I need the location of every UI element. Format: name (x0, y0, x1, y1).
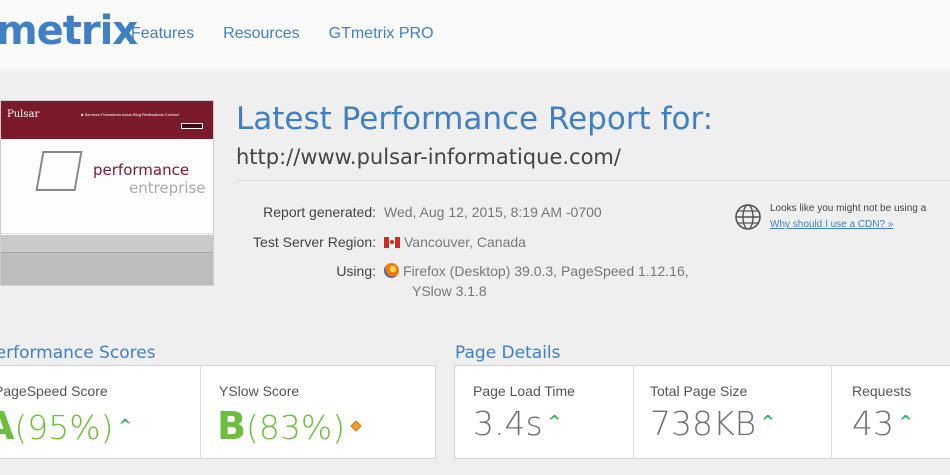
report-generated-value: Wed, Aug 12, 2015, 8:19 AM -0700 (384, 204, 602, 220)
page-load-time-label: Page Load Time (473, 383, 575, 399)
total-page-size-label: Total Page Size (650, 383, 748, 399)
using-value-line1: Firefox (Desktop) 39.0.3, PageSpeed 1.12… (403, 263, 689, 279)
page-load-time-value: 3.4s ^ (473, 404, 561, 443)
firefox-icon (384, 263, 399, 278)
nav-features-link[interactable]: Features (131, 25, 194, 43)
pagespeed-score-label: PageSpeed Score (0, 383, 108, 399)
up-arrow-icon: ^ (547, 412, 562, 431)
pagespeed-score-value: A(95%)^ (0, 404, 132, 448)
performance-scores-panel: PageSpeed Score A(95%)^ YSlow Score B(83… (0, 365, 436, 459)
pagespeed-percent: (95%) (14, 408, 114, 447)
thumbnail-strip (1, 235, 213, 253)
total-page-size-value: 738KB ^ (650, 404, 775, 443)
page-details-heading: Page Details (455, 343, 561, 363)
total-page-size-box[interactable]: Total Page Size 738KB ^ (634, 366, 832, 458)
up-arrow-icon: ^ (899, 412, 913, 431)
yslow-score-box[interactable]: YSlow Score B(83%) (201, 366, 435, 458)
thumbnail-cube-graphic (35, 151, 83, 191)
thumbnail-menu: ■ Services Formations Actus Blog Réalisa… (81, 112, 179, 117)
test-region-text: Vancouver, Canada (404, 234, 526, 250)
site-screenshot-thumbnail[interactable]: Pulsar ■ Services Formations Actus Blog … (0, 100, 214, 286)
using-value: Firefox (Desktop) 39.0.3, PageSpeed 1.12… (384, 263, 689, 279)
yslow-grade: B (217, 404, 246, 448)
thumbnail-tagline-1: performance (93, 161, 190, 179)
thumbnail-button (181, 123, 203, 129)
cdn-notice-text: Looks like you might not be using a (770, 203, 927, 214)
divider (236, 180, 950, 181)
canada-flag-icon (384, 237, 400, 248)
main-nav: Features Resources GTmetrix PRO (131, 25, 434, 43)
gtmetrix-logo[interactable]: metrix (0, 8, 138, 54)
page-details-panel: Page Load Time 3.4s ^ Total Page Size 738… (454, 365, 950, 459)
up-arrow-icon: ^ (761, 412, 775, 431)
nav-resources-link[interactable]: Resources (223, 25, 299, 43)
nav-gtmetrix-pro-link[interactable]: GTmetrix PRO (329, 25, 434, 43)
thumbnail-header-bar (1, 101, 213, 139)
diamond-icon (350, 420, 362, 432)
pagespeed-score-box[interactable]: PageSpeed Score A(95%)^ (0, 366, 201, 458)
cdn-help-link[interactable]: Why should I use a CDN? » (770, 219, 893, 230)
using-value-line2: YSlow 3.1.8 (412, 283, 487, 299)
yslow-percent: (83%) (245, 408, 346, 447)
report-title: Latest Performance Report for: (236, 101, 714, 137)
report-url[interactable]: http://www.pulsar-informatique.com/ (236, 145, 621, 169)
requests-box[interactable]: Requests 43 ^ (832, 366, 950, 458)
total-page-size-number: 738KB (650, 404, 757, 443)
test-region-label: Test Server Region: (253, 234, 376, 250)
up-arrow-icon: ^ (118, 416, 132, 435)
report-generated-label: Report generated: (263, 204, 376, 220)
page-load-time-box[interactable]: Page Load Time 3.4s ^ (455, 366, 634, 458)
thumbnail-tagline-2: entreprise (129, 179, 206, 197)
requests-number: 43 (852, 404, 894, 443)
using-label: Using: (336, 263, 376, 279)
yslow-score-label: YSlow Score (219, 383, 300, 399)
site-header: metrix Features Resources GTmetrix PRO (0, 0, 950, 70)
requests-label: Requests (852, 383, 912, 399)
pagespeed-grade: A (0, 404, 14, 448)
requests-value: 43 ^ (852, 404, 912, 443)
yslow-score-value: B(83%) (217, 404, 362, 448)
thumbnail-brand: Pulsar (7, 109, 40, 120)
globe-icon (735, 204, 761, 230)
test-region-value: Vancouver, Canada (384, 234, 526, 250)
page-load-time-number: 3.4s (473, 404, 543, 443)
performance-scores-heading: Performance Scores (0, 343, 156, 363)
